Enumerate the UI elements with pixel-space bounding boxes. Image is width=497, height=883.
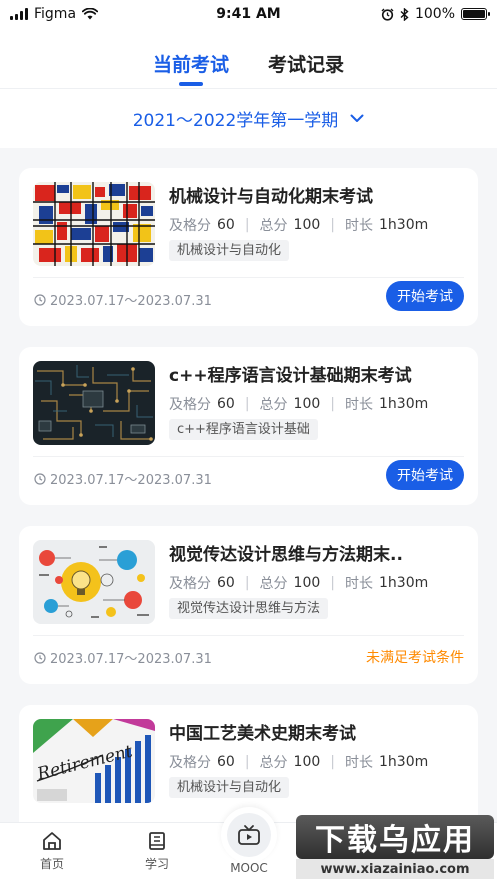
meta-separator: | bbox=[244, 575, 250, 591]
pass-label: 及格分 bbox=[169, 755, 211, 771]
pass-label: 及格分 bbox=[169, 218, 211, 234]
tab-current-exams[interactable]: 当前考试 bbox=[153, 50, 229, 77]
exam-title: c++程序语言设计基础期末考试 bbox=[169, 366, 412, 386]
course-tag: 视觉传达设计思维与方法 bbox=[169, 598, 329, 619]
clock-icon bbox=[34, 472, 46, 485]
course-tag: 机械设计与自动化 bbox=[169, 240, 290, 261]
meta-separator: | bbox=[330, 754, 335, 770]
exam-meta: 及格分 60 | 总分 100 | 时长 1h30m bbox=[169, 215, 428, 235]
exam-date-range: 2023.07.17～2023.07.31 bbox=[34, 290, 212, 309]
total-score: 100 bbox=[293, 754, 321, 770]
meta-separator: | bbox=[244, 754, 250, 770]
exam-thumbnail-mondrian bbox=[33, 182, 155, 266]
exam-card[interactable]: 机械设计与自动化期末考试 及格分 60 | 总分 100 | 时长 1h30m … bbox=[19, 168, 478, 326]
tab-exam-records[interactable]: 考试记录 bbox=[268, 50, 344, 77]
home-icon bbox=[43, 832, 61, 850]
pass-score: 60 bbox=[217, 217, 235, 233]
course-tag: c++程序语言设计基础 bbox=[169, 419, 318, 440]
meta-separator: | bbox=[330, 396, 335, 412]
semester-dropdown[interactable]: 2021～2022学年第一学期 bbox=[0, 88, 497, 148]
exam-date-range: 2023.07.17～2023.07.31 bbox=[34, 469, 212, 488]
exam-thumbnail-retirement: Retirement bbox=[33, 719, 155, 803]
total-score: 100 bbox=[293, 217, 321, 233]
date-text: 2023.07.17～2023.07.31 bbox=[50, 652, 212, 667]
watermark-url: www.xiazainiao.com bbox=[296, 859, 494, 879]
duration-value: 1h30m bbox=[379, 575, 429, 591]
duration-value: 1h30m bbox=[379, 396, 429, 412]
tabbar-label-mooc: MOOC bbox=[230, 861, 268, 875]
meta-separator: | bbox=[330, 217, 335, 233]
exam-tabs: 当前考试 考试记录 bbox=[0, 30, 497, 88]
semester-label: 2021～2022学年第一学期 bbox=[132, 111, 339, 131]
exam-title: 机械设计与自动化期末考试 bbox=[169, 187, 373, 207]
clock-icon bbox=[34, 651, 46, 664]
tabbar-label: 首页 bbox=[39, 857, 64, 871]
exam-title: 中国工艺美术史期末考试 bbox=[169, 724, 356, 744]
pass-label: 及格分 bbox=[169, 576, 211, 592]
exam-card[interactable]: 视觉传达设计思维与方法期末.. 及格分 60 | 总分 100 | 时长 1h3… bbox=[19, 526, 478, 684]
duration-label: 时长 bbox=[345, 576, 373, 592]
exam-meta: 及格分 60 | 总分 100 | 时长 1h30m bbox=[169, 752, 428, 772]
duration-value: 1h30m bbox=[379, 754, 429, 770]
pass-score: 60 bbox=[217, 396, 235, 412]
status-bar: Figma 9:41 AM 100% bbox=[0, 0, 497, 30]
watermark-title: 下载乌应用 bbox=[296, 815, 494, 859]
course-tag: 机械设计与自动化 bbox=[169, 777, 290, 798]
pass-label: 及格分 bbox=[169, 397, 211, 413]
clock-icon bbox=[34, 293, 46, 306]
bluetooth-icon bbox=[400, 7, 409, 21]
status-bar-right: 100% bbox=[381, 6, 490, 22]
exam-condition-status: 未满足考试条件 bbox=[366, 650, 464, 666]
total-score: 100 bbox=[293, 575, 321, 591]
date-text: 2023.07.17～2023.07.31 bbox=[50, 473, 212, 488]
tabbar-label: 学习 bbox=[144, 857, 169, 871]
date-text: 2023.07.17～2023.07.31 bbox=[50, 294, 212, 309]
alarm-icon bbox=[381, 8, 394, 21]
exam-title: 视觉传达设计思维与方法期末.. bbox=[169, 545, 403, 565]
watermark-logo: 下载乌应用 www.xiazainiao.com bbox=[296, 815, 494, 879]
meta-separator: | bbox=[330, 575, 335, 591]
mooc-icon-wrapper bbox=[227, 813, 271, 857]
total-score: 100 bbox=[293, 396, 321, 412]
total-label: 总分 bbox=[259, 755, 288, 771]
meta-separator: | bbox=[244, 396, 250, 412]
meta-separator: | bbox=[244, 217, 250, 233]
card-divider bbox=[33, 277, 464, 278]
exam-meta: 及格分 60 | 总分 100 | 时长 1h30m bbox=[169, 573, 428, 593]
duration-label: 时长 bbox=[345, 397, 373, 413]
total-label: 总分 bbox=[259, 397, 288, 413]
exam-card[interactable]: c++程序语言设计基础期末考试 及格分 60 | 总分 100 | 时长 1h3… bbox=[19, 347, 478, 505]
exam-meta: 及格分 60 | 总分 100 | 时长 1h30m bbox=[169, 394, 428, 414]
tabbar-item-study[interactable]: 学习 bbox=[127, 831, 187, 872]
tab-active-indicator bbox=[179, 82, 203, 86]
total-label: 总分 bbox=[259, 576, 288, 592]
total-label: 总分 bbox=[259, 218, 288, 234]
card-divider bbox=[33, 635, 464, 636]
exam-thumbnail-design bbox=[33, 540, 155, 624]
exam-date-range: 2023.07.17～2023.07.31 bbox=[34, 648, 212, 667]
start-exam-button[interactable]: 开始考试 bbox=[386, 460, 464, 490]
chevron-down-icon bbox=[350, 114, 364, 122]
duration-label: 时长 bbox=[345, 218, 373, 234]
duration-label: 时长 bbox=[345, 755, 373, 771]
tabbar-item-mooc[interactable] bbox=[221, 807, 277, 863]
tabbar-item-home[interactable]: 首页 bbox=[22, 831, 82, 872]
exam-thumbnail-circuit bbox=[33, 361, 155, 445]
tv-icon bbox=[238, 825, 260, 845]
card-divider bbox=[33, 456, 464, 457]
book-icon bbox=[149, 832, 165, 850]
pass-score: 60 bbox=[217, 575, 235, 591]
duration-value: 1h30m bbox=[379, 217, 429, 233]
pass-score: 60 bbox=[217, 754, 235, 770]
battery-percent: 100% bbox=[414, 6, 455, 22]
battery-icon bbox=[461, 8, 490, 20]
start-exam-button[interactable]: 开始考试 bbox=[386, 281, 464, 311]
